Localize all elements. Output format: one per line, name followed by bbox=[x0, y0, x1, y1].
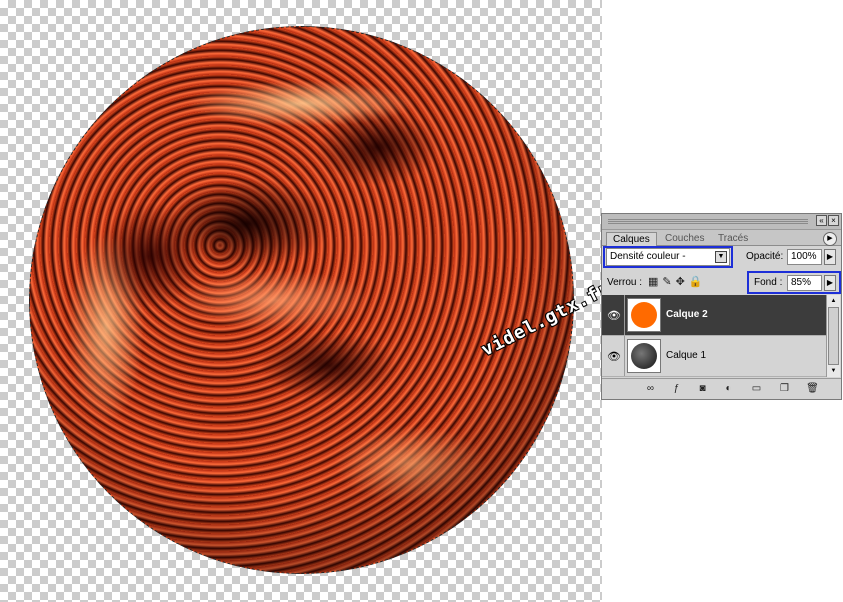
opacity-input[interactable]: 100% bbox=[787, 249, 822, 265]
layer-row-calque-2[interactable]: 👁 Calque 2 bbox=[602, 295, 826, 336]
blend-mode-highlight bbox=[603, 246, 733, 268]
panel-tabs: Calques Couches Tracés ▶ bbox=[602, 230, 841, 246]
layer-mask-icon[interactable]: ◙ bbox=[696, 382, 709, 395]
lock-position-icon[interactable]: ✥ bbox=[676, 276, 689, 288]
adjustment-layer-icon[interactable]: ◐ bbox=[722, 382, 735, 395]
tab-calques[interactable]: Calques bbox=[606, 232, 657, 246]
layers-list: 👁 Calque 2 👁 Calque 1 bbox=[602, 295, 826, 377]
layer-thumbnail bbox=[627, 298, 661, 332]
lock-transparency-icon[interactable]: ▦ bbox=[648, 276, 662, 288]
layers-panel: « × Calques Couches Tracés ▶ Densité cou… bbox=[601, 213, 842, 400]
fill-highlight bbox=[747, 271, 841, 294]
fire-sphere-image bbox=[29, 26, 574, 574]
delete-layer-icon[interactable]: 🗑 bbox=[806, 382, 819, 395]
panel-footer: ∞ ƒ ◙ ◐ ▭ ❐ 🗑 bbox=[602, 378, 841, 399]
panel-titlebar[interactable]: « × bbox=[602, 214, 841, 230]
visibility-eye-icon[interactable]: 👁 bbox=[607, 350, 621, 363]
layer-style-icon[interactable]: ƒ bbox=[670, 382, 683, 395]
layer-thumbnail bbox=[627, 339, 661, 373]
layer-name: Calque 1 bbox=[666, 350, 707, 361]
collapse-icon[interactable]: « bbox=[816, 215, 827, 226]
tab-traces[interactable]: Tracés bbox=[712, 232, 754, 245]
scroll-down-icon[interactable]: ▼ bbox=[828, 366, 839, 376]
layer-row-calque-1[interactable]: 👁 Calque 1 bbox=[602, 336, 826, 377]
panel-menu-icon[interactable]: ▶ bbox=[823, 232, 837, 246]
visibility-eye-icon[interactable]: 👁 bbox=[607, 309, 621, 322]
new-layer-icon[interactable]: ❐ bbox=[778, 382, 791, 395]
link-layers-icon[interactable]: ∞ bbox=[644, 382, 657, 395]
scroll-up-icon[interactable]: ▲ bbox=[828, 296, 839, 306]
new-group-icon[interactable]: ▭ bbox=[750, 382, 763, 395]
lock-all-icon[interactable]: 🔒 bbox=[689, 276, 707, 288]
layer-name: Calque 2 bbox=[666, 309, 708, 320]
document-canvas[interactable]: videl.gtx.fr bbox=[0, 0, 614, 602]
opacity-slider-arrow-icon[interactable]: ▶ bbox=[824, 249, 836, 265]
opacity-label: Opacité: bbox=[746, 251, 784, 262]
lock-pixels-icon[interactable]: ✎ bbox=[662, 276, 675, 288]
lock-label: Verrou : bbox=[607, 277, 643, 288]
tab-couches[interactable]: Couches bbox=[659, 232, 710, 245]
layers-scrollbar[interactable]: ▲ ▼ bbox=[826, 295, 840, 377]
close-icon[interactable]: × bbox=[828, 215, 839, 226]
